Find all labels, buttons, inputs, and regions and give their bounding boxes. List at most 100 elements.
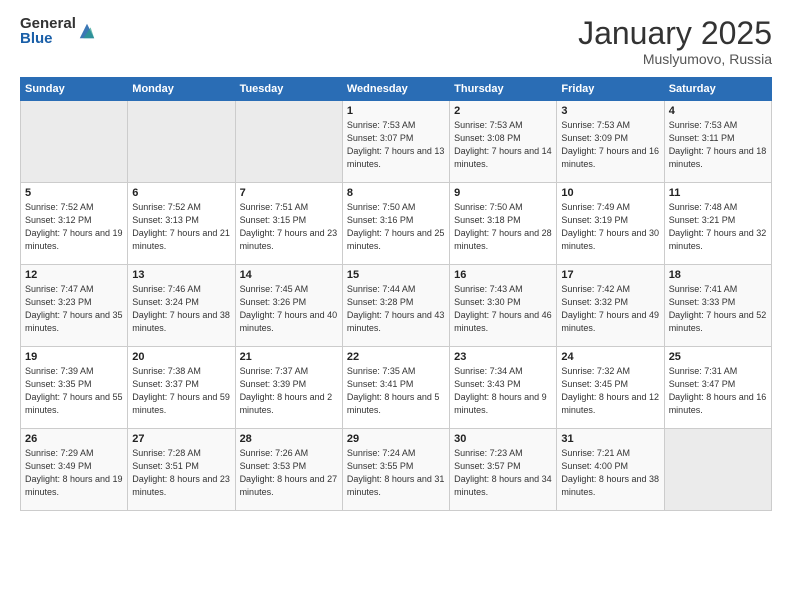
calendar-cell: 30Sunrise: 7:23 AM Sunset: 3:57 PM Dayli… <box>450 429 557 511</box>
day-info: Sunrise: 7:53 AM Sunset: 3:07 PM Dayligh… <box>347 119 445 171</box>
header-tuesday: Tuesday <box>235 78 342 101</box>
calendar-cell <box>128 101 235 183</box>
day-number: 27 <box>132 433 230 445</box>
day-info: Sunrise: 7:48 AM Sunset: 3:21 PM Dayligh… <box>669 201 767 253</box>
calendar-cell: 25 Sunrise: 7:31 AM Sunset: 3:47 PM Dayli… <box>664 347 771 429</box>
calendar-cell: 5 Sunrise: 7:52 AM Sunset: 3:12 PM Daylig… <box>21 183 128 265</box>
day-number: 9 <box>454 187 552 199</box>
calendar-body: 1 Sunrise: 7:53 AM Sunset: 3:07 PM Daylig… <box>21 101 772 511</box>
header: General Blue January 2025 Muslyumovo, Ru… <box>20 16 772 67</box>
calendar-cell: 28 Sunrise: 7:26 AM Sunset: 3:53 PM Dayli… <box>235 429 342 511</box>
day-info: Sunrise: 7:26 AM Sunset: 3:53 PM Dayligh… <box>240 447 338 499</box>
calendar-cell <box>235 101 342 183</box>
day-info: Sunrise: 7:53 AM Sunset: 3:09 PM Dayligh… <box>561 119 659 171</box>
calendar-cell: 24 Sunrise: 7:32 AM Sunset: 3:45 PM Dayli… <box>557 347 664 429</box>
calendar-cell: 12 Sunrise: 7:47 AM Sunset: 3:23 PM Dayli… <box>21 265 128 347</box>
calendar-cell: 9 Sunrise: 7:50 AM Sunset: 3:18 PM Daylig… <box>450 183 557 265</box>
calendar-cell: 18Sunrise: 7:41 AM Sunset: 3:33 PM Dayli… <box>664 265 771 347</box>
header-friday: Friday <box>557 78 664 101</box>
calendar-cell: 7 Sunrise: 7:51 AM Sunset: 3:15 PM Daylig… <box>235 183 342 265</box>
day-info: Sunrise: 7:52 AM Sunset: 3:12 PM Dayligh… <box>25 201 123 253</box>
day-number: 7 <box>240 187 338 199</box>
day-number: 13 <box>132 269 230 281</box>
calendar-cell: 4 Sunrise: 7:53 AM Sunset: 3:11 PM Daylig… <box>664 101 771 183</box>
calendar-cell: 29 Sunrise: 7:24 AM Sunset: 3:55 PM Dayli… <box>342 429 449 511</box>
day-info: Sunrise: 7:50 AM Sunset: 3:16 PM Dayligh… <box>347 201 445 253</box>
calendar-cell: 11 Sunrise: 7:48 AM Sunset: 3:21 PM Dayli… <box>664 183 771 265</box>
day-number: 2 <box>454 105 552 117</box>
logo-general: General <box>20 16 76 31</box>
day-number: 25 <box>669 351 767 363</box>
day-number: 28 <box>240 433 338 445</box>
calendar-cell: 8 Sunrise: 7:50 AM Sunset: 3:16 PM Daylig… <box>342 183 449 265</box>
day-info: Sunrise: 7:31 AM Sunset: 3:47 PM Dayligh… <box>669 365 767 417</box>
day-info: Sunrise: 7:49 AM Sunset: 3:19 PM Dayligh… <box>561 201 659 253</box>
day-number: 11 <box>669 187 767 199</box>
calendar-cell: 31Sunrise: 7:21 AM Sunset: 4:00 PM Dayli… <box>557 429 664 511</box>
day-number: 15 <box>347 269 445 281</box>
calendar-cell <box>664 429 771 511</box>
day-info: Sunrise: 7:24 AM Sunset: 3:55 PM Dayligh… <box>347 447 445 499</box>
day-info: Sunrise: 7:45 AM Sunset: 3:26 PM Dayligh… <box>240 283 338 335</box>
calendar: Sunday Monday Tuesday Wednesday Thursday… <box>20 77 772 511</box>
calendar-cell: 13 Sunrise: 7:46 AM Sunset: 3:24 PM Dayli… <box>128 265 235 347</box>
day-number: 12 <box>25 269 123 281</box>
day-info: Sunrise: 7:46 AM Sunset: 3:24 PM Dayligh… <box>132 283 230 335</box>
logo: General Blue <box>20 16 96 46</box>
day-number: 14 <box>240 269 338 281</box>
calendar-cell: 20Sunrise: 7:38 AM Sunset: 3:37 PM Dayli… <box>128 347 235 429</box>
day-info: Sunrise: 7:51 AM Sunset: 3:15 PM Dayligh… <box>240 201 338 253</box>
day-info: Sunrise: 7:32 AM Sunset: 3:45 PM Dayligh… <box>561 365 659 417</box>
week-row-2: 12 Sunrise: 7:47 AM Sunset: 3:23 PM Dayli… <box>21 265 772 347</box>
calendar-cell: 26 Sunrise: 7:29 AM Sunset: 3:49 PM Dayli… <box>21 429 128 511</box>
day-number: 6 <box>132 187 230 199</box>
day-info: Sunrise: 7:50 AM Sunset: 3:18 PM Dayligh… <box>454 201 552 253</box>
day-number: 24 <box>561 351 659 363</box>
week-row-4: 26 Sunrise: 7:29 AM Sunset: 3:49 PM Dayli… <box>21 429 772 511</box>
calendar-cell: 1 Sunrise: 7:53 AM Sunset: 3:07 PM Daylig… <box>342 101 449 183</box>
day-number: 31 <box>561 433 659 445</box>
day-info: Sunrise: 7:42 AM Sunset: 3:32 PM Dayligh… <box>561 283 659 335</box>
calendar-cell: 27 Sunrise: 7:28 AM Sunset: 3:51 PM Dayli… <box>128 429 235 511</box>
header-thursday: Thursday <box>450 78 557 101</box>
day-number: 17 <box>561 269 659 281</box>
day-number: 8 <box>347 187 445 199</box>
day-number: 3 <box>561 105 659 117</box>
calendar-cell: 14 Sunrise: 7:45 AM Sunset: 3:26 PM Dayli… <box>235 265 342 347</box>
logo-text: General Blue <box>20 16 76 46</box>
weekday-header-row: Sunday Monday Tuesday Wednesday Thursday… <box>21 78 772 101</box>
day-number: 4 <box>669 105 767 117</box>
day-info: Sunrise: 7:52 AM Sunset: 3:13 PM Dayligh… <box>132 201 230 253</box>
calendar-cell: 6 Sunrise: 7:52 AM Sunset: 3:13 PM Daylig… <box>128 183 235 265</box>
calendar-cell: 16Sunrise: 7:43 AM Sunset: 3:30 PM Dayli… <box>450 265 557 347</box>
day-info: Sunrise: 7:53 AM Sunset: 3:11 PM Dayligh… <box>669 119 767 171</box>
day-info: Sunrise: 7:29 AM Sunset: 3:49 PM Dayligh… <box>25 447 123 499</box>
calendar-cell: 15 Sunrise: 7:44 AM Sunset: 3:28 PM Dayli… <box>342 265 449 347</box>
header-monday: Monday <box>128 78 235 101</box>
day-info: Sunrise: 7:35 AM Sunset: 3:41 PM Dayligh… <box>347 365 445 417</box>
calendar-cell: 3 Sunrise: 7:53 AM Sunset: 3:09 PM Daylig… <box>557 101 664 183</box>
day-info: Sunrise: 7:39 AM Sunset: 3:35 PM Dayligh… <box>25 365 123 417</box>
day-number: 29 <box>347 433 445 445</box>
calendar-cell: 19 Sunrise: 7:39 AM Sunset: 3:35 PM Dayli… <box>21 347 128 429</box>
day-info: Sunrise: 7:34 AM Sunset: 3:43 PM Dayligh… <box>454 365 552 417</box>
day-number: 1 <box>347 105 445 117</box>
day-info: Sunrise: 7:38 AM Sunset: 3:37 PM Dayligh… <box>132 365 230 417</box>
calendar-cell: 22 Sunrise: 7:35 AM Sunset: 3:41 PM Dayli… <box>342 347 449 429</box>
month-title: January 2025 <box>578 16 772 51</box>
day-number: 30 <box>454 433 552 445</box>
day-info: Sunrise: 7:47 AM Sunset: 3:23 PM Dayligh… <box>25 283 123 335</box>
week-row-3: 19 Sunrise: 7:39 AM Sunset: 3:35 PM Dayli… <box>21 347 772 429</box>
day-number: 21 <box>240 351 338 363</box>
page-container: General Blue January 2025 Muslyumovo, Ru… <box>0 0 792 612</box>
day-number: 26 <box>25 433 123 445</box>
location: Muslyumovo, Russia <box>578 51 772 67</box>
day-info: Sunrise: 7:28 AM Sunset: 3:51 PM Dayligh… <box>132 447 230 499</box>
day-number: 19 <box>25 351 123 363</box>
day-number: 22 <box>347 351 445 363</box>
day-number: 18 <box>669 269 767 281</box>
header-sunday: Sunday <box>21 78 128 101</box>
day-info: Sunrise: 7:44 AM Sunset: 3:28 PM Dayligh… <box>347 283 445 335</box>
day-number: 5 <box>25 187 123 199</box>
day-number: 10 <box>561 187 659 199</box>
